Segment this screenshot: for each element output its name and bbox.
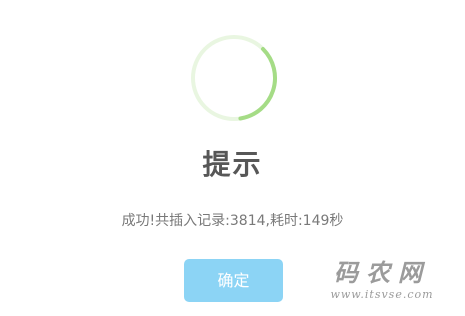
- site-watermark: 码农网 www.itsvse.com: [317, 258, 447, 302]
- alert-dialog: 提示 成功!共插入记录:3814,耗时:149秒 确定 码农网 www.itsv…: [0, 0, 465, 316]
- success-spinner-svg: [191, 35, 277, 121]
- success-spinner-icon: [188, 32, 280, 124]
- watermark-logo: 码农网: [334, 258, 430, 287]
- watermark-url: www.itsvse.com: [330, 288, 434, 301]
- confirm-button[interactable]: 确定: [184, 259, 283, 302]
- spinner-progress-arc: [238, 47, 277, 121]
- dialog-message: 成功!共插入记录:3814,耗时:149秒: [121, 213, 344, 229]
- dialog-title: 提示: [202, 148, 263, 181]
